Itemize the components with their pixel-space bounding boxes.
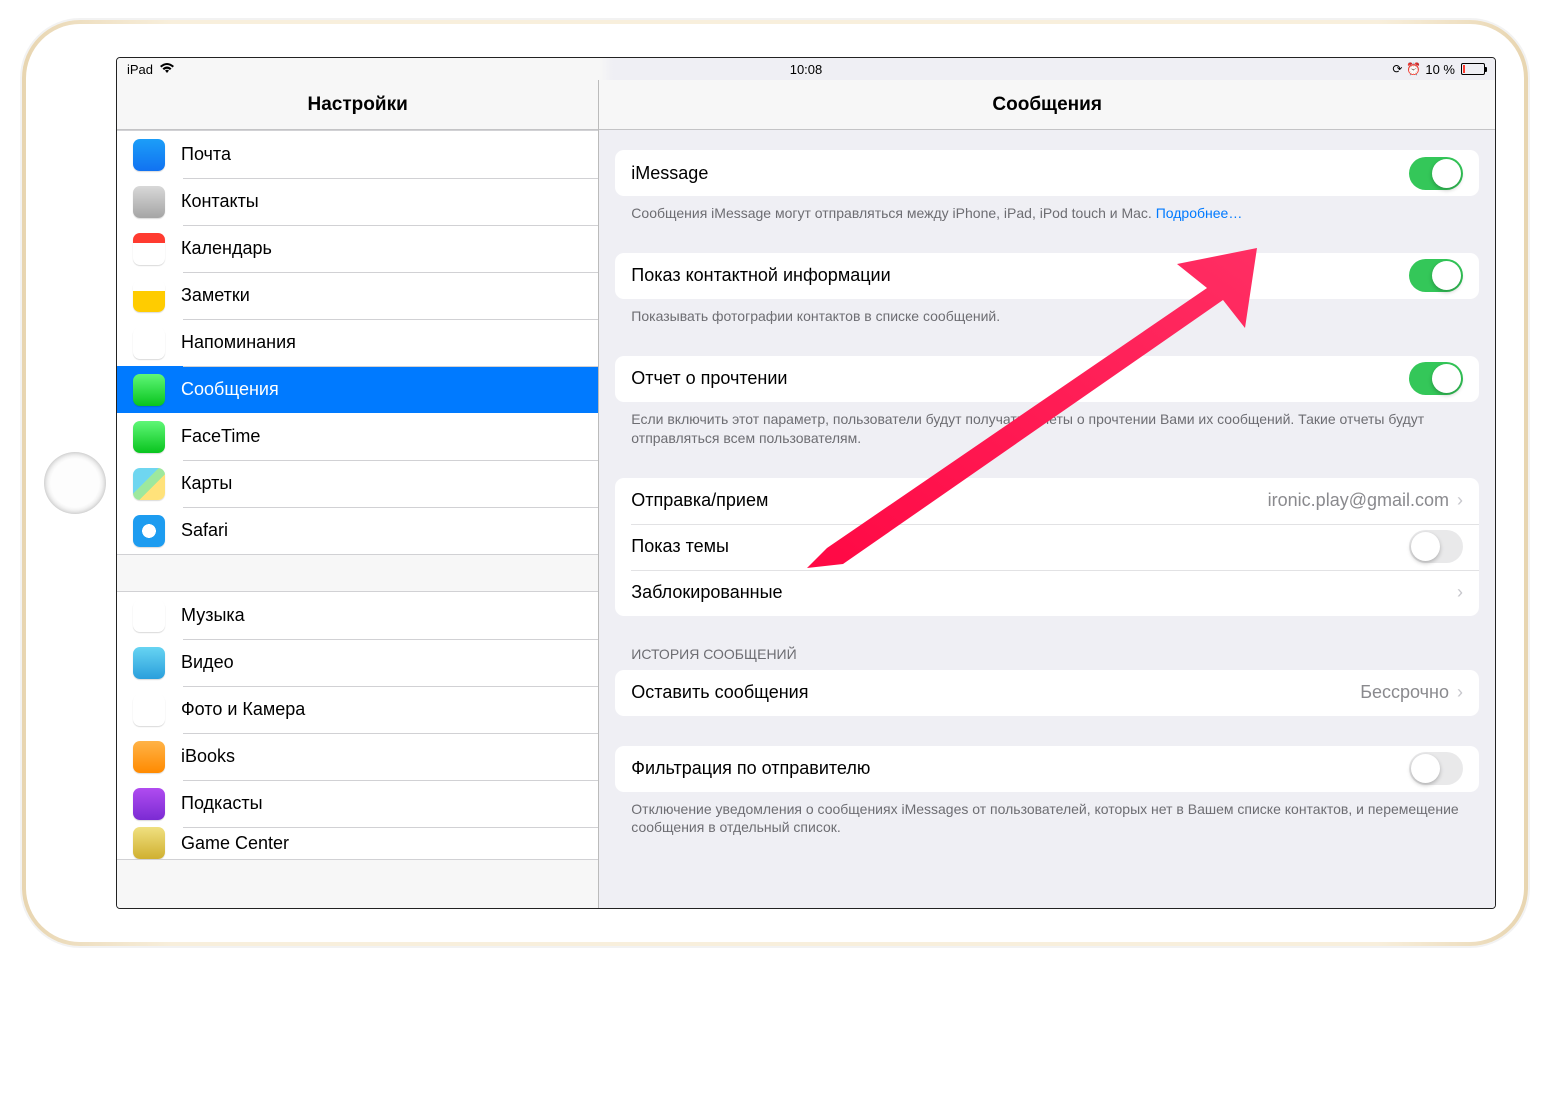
sidebar-item-label: Заметки: [181, 285, 250, 306]
chevron-right-icon: ›: [1457, 582, 1463, 603]
sidebar-item-gamecenter[interactable]: Game Center: [117, 827, 598, 859]
sidebar-item-ibooks[interactable]: iBooks: [117, 733, 598, 780]
calendar-icon: [133, 233, 165, 265]
read-receipt-label: Отчет о прочтении: [631, 368, 1409, 389]
safari-icon: [133, 515, 165, 547]
keep-messages-row[interactable]: Оставить сообщения Бессрочно ›: [615, 670, 1479, 716]
maps-icon: [133, 468, 165, 500]
send-receive-label: Отправка/прием: [631, 490, 1267, 511]
sidebar-item-videos[interactable]: Видео: [117, 639, 598, 686]
sidebar-item-label: iBooks: [181, 746, 235, 767]
sidebar-item-label: Видео: [181, 652, 234, 673]
filter-sender-switch[interactable]: [1409, 752, 1463, 785]
sidebar-item-maps[interactable]: Карты: [117, 460, 598, 507]
sidebar-item-label: FaceTime: [181, 426, 260, 447]
show-subject-switch[interactable]: [1409, 530, 1463, 563]
podcasts-icon: [133, 788, 165, 820]
videos-icon: [133, 647, 165, 679]
imessage-row[interactable]: iMessage: [615, 150, 1479, 196]
filter-sender-label: Фильтрация по отправителю: [631, 758, 1409, 779]
chevron-right-icon: ›: [1457, 682, 1463, 703]
contact-info-label: Показ контактной информации: [631, 265, 1409, 286]
settings-detail: Сообщения iMessage Сообщения iMessage мо…: [599, 80, 1495, 908]
sidebar-item-label: Напоминания: [181, 332, 296, 353]
send-receive-row[interactable]: Отправка/прием ironic.play@gmail.com ›: [615, 478, 1479, 524]
sidebar-item-label: Календарь: [181, 238, 272, 259]
sidebar-title: Настройки: [117, 80, 598, 130]
keep-messages-label: Оставить сообщения: [631, 682, 1360, 703]
sidebar-item-facetime[interactable]: FaceTime: [117, 413, 598, 460]
settings-sidebar: Настройки Почта Контакты Календарь Заметки Н…: [117, 80, 599, 908]
photos-icon: [133, 694, 165, 726]
history-header: ИСТОРИЯ СООБЩЕНИЙ: [615, 646, 1479, 670]
sidebar-item-mail[interactable]: Почта: [117, 131, 598, 178]
reminders-icon: [133, 327, 165, 359]
sidebar-item-label: Подкасты: [181, 793, 263, 814]
read-receipt-switch[interactable]: [1409, 362, 1463, 395]
send-receive-value: ironic.play@gmail.com: [1268, 490, 1449, 511]
ipad-chassis: iPad 10:08 ⟳ ⏰ 10 % На: [22, 20, 1528, 946]
read-receipt-row[interactable]: Отчет о прочтении: [615, 356, 1479, 402]
wifi-icon: [159, 62, 175, 77]
screen: iPad 10:08 ⟳ ⏰ 10 % На: [116, 57, 1496, 909]
messages-icon: [133, 374, 165, 406]
sidebar-item-label: Почта: [181, 144, 231, 165]
chevron-right-icon: ›: [1457, 490, 1463, 511]
imessage-footer-text: Сообщения iMessage могут отправляться ме…: [631, 205, 1152, 221]
home-button[interactable]: [44, 452, 106, 514]
rotation-lock-icon: ⟳: [1392, 62, 1402, 76]
sidebar-item-label: Game Center: [181, 833, 289, 854]
filter-sender-footer: Отключение уведомления о сообщениях iMes…: [615, 792, 1479, 838]
imessage-switch[interactable]: [1409, 157, 1463, 190]
music-icon: [133, 600, 165, 632]
sidebar-item-label: Контакты: [181, 191, 259, 212]
battery-icon: [1459, 63, 1485, 75]
sidebar-item-podcasts[interactable]: Подкасты: [117, 780, 598, 827]
sidebar-item-label: Фото и Камера: [181, 699, 305, 720]
sidebar-item-notes[interactable]: Заметки: [117, 272, 598, 319]
imessage-more-link[interactable]: Подробнее…: [1156, 205, 1243, 221]
sidebar-item-photos[interactable]: Фото и Камера: [117, 686, 598, 733]
mail-icon: [133, 139, 165, 171]
contact-info-row[interactable]: Показ контактной информации: [615, 253, 1479, 299]
blocked-label: Заблокированные: [631, 582, 1457, 603]
detail-title: Сообщения: [599, 80, 1495, 130]
sidebar-item-messages[interactable]: Сообщения: [117, 366, 598, 413]
sidebar-item-label: Safari: [181, 520, 228, 541]
sidebar-item-contacts[interactable]: Контакты: [117, 178, 598, 225]
contacts-icon: [133, 186, 165, 218]
sidebar-item-label: Сообщения: [181, 379, 279, 400]
ibooks-icon: [133, 741, 165, 773]
keep-messages-value: Бессрочно: [1360, 682, 1449, 703]
imessage-label: iMessage: [631, 163, 1409, 184]
sidebar-item-safari[interactable]: Safari: [117, 507, 598, 554]
device-name: iPad: [127, 62, 153, 77]
show-subject-row[interactable]: Показ темы: [615, 524, 1479, 570]
sidebar-item-label: Музыка: [181, 605, 245, 626]
sidebar-item-calendar[interactable]: Календарь: [117, 225, 598, 272]
filter-sender-row[interactable]: Фильтрация по отправителю: [615, 746, 1479, 792]
contact-info-footer: Показывать фотографии контактов в списке…: [615, 299, 1479, 326]
facetime-icon: [133, 421, 165, 453]
read-receipt-footer: Если включить этот параметр, пользовател…: [615, 402, 1479, 448]
sidebar-item-reminders[interactable]: Напоминания: [117, 319, 598, 366]
notes-icon: [133, 280, 165, 312]
show-subject-label: Показ темы: [631, 536, 1409, 557]
sidebar-item-label: Карты: [181, 473, 232, 494]
imessage-footer: Сообщения iMessage могут отправляться ме…: [615, 196, 1479, 223]
sidebar-item-music[interactable]: Музыка: [117, 592, 598, 639]
battery-percent: 10 %: [1425, 62, 1455, 77]
alarm-icon: ⏰: [1406, 62, 1421, 76]
ipad-bezel: iPad 10:08 ⟳ ⏰ 10 % На: [26, 24, 1524, 942]
status-time: 10:08: [790, 62, 823, 77]
contact-info-switch[interactable]: [1409, 259, 1463, 292]
blocked-row[interactable]: Заблокированные ›: [615, 570, 1479, 616]
status-bar: iPad 10:08 ⟳ ⏰ 10 %: [117, 58, 1495, 80]
gamecenter-icon: [133, 827, 165, 859]
